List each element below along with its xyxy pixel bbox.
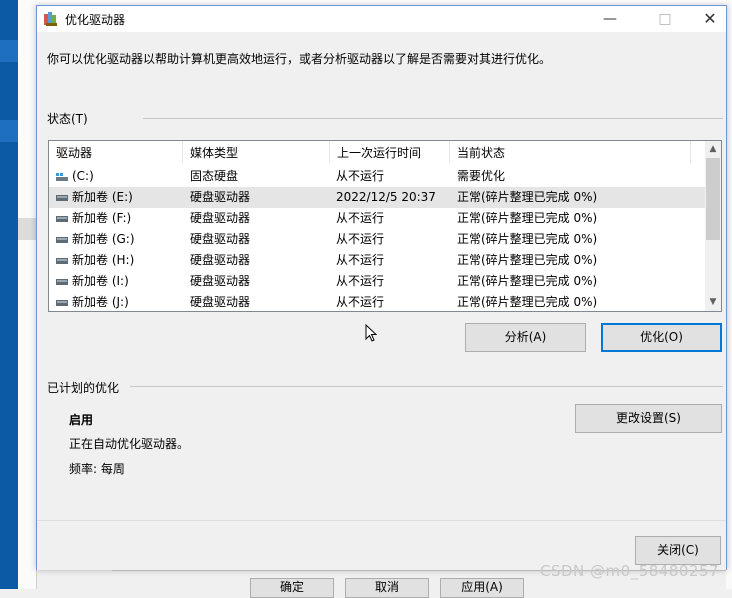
hdd-drive-icon bbox=[56, 216, 68, 222]
hdd-drive-icon bbox=[56, 237, 68, 243]
last-run-cell: 从不运行 bbox=[336, 211, 385, 225]
drive-row-c[interactable]: (C:) 固态硬盘 从不运行 需要优化 bbox=[49, 166, 705, 187]
drive-name: 新加卷 (G:) bbox=[72, 232, 135, 246]
current-status-cell: 正常(碎片整理已完成 0%) bbox=[457, 190, 598, 204]
drive-name: 新加卷 (H:) bbox=[72, 253, 135, 267]
watermark-text: CSDN @m0_58480257 bbox=[540, 562, 720, 580]
scroll-thumb[interactable] bbox=[706, 158, 720, 240]
hdd-drive-icon bbox=[56, 279, 68, 285]
background-apply-button: 应用(A) bbox=[440, 578, 524, 598]
background-window-left bbox=[18, 0, 37, 589]
schedule-state: 启用 bbox=[69, 413, 94, 427]
drive-name: (C:) bbox=[72, 169, 94, 183]
scroll-up-arrow-icon[interactable]: ▲ bbox=[705, 141, 721, 158]
status-section-label: 状态(T) bbox=[47, 112, 88, 126]
column-header-drive[interactable]: 驱动器 bbox=[49, 141, 183, 163]
current-status-cell: 需要优化 bbox=[457, 169, 506, 183]
close-icon: ✕ bbox=[703, 9, 717, 28]
drive-name: 新加卷 (I:) bbox=[72, 274, 129, 288]
minimize-icon: — bbox=[603, 11, 617, 27]
media-type-cell: 硬盘驱动器 bbox=[190, 253, 251, 267]
drive-row-j[interactable]: 新加卷 (J:) 硬盘驱动器 从不运行 正常(碎片整理已完成 0%) bbox=[49, 292, 705, 311]
drive-name: 新加卷 (F:) bbox=[72, 211, 132, 225]
media-type-cell: 硬盘驱动器 bbox=[190, 295, 251, 309]
desktop-strip bbox=[0, 120, 18, 142]
last-run-cell: 2022/12/5 20:37 bbox=[336, 190, 436, 204]
drive-row-i[interactable]: 新加卷 (I:) 硬盘驱动器 从不运行 正常(碎片整理已完成 0%) bbox=[49, 271, 705, 292]
current-status-cell: 正常(碎片整理已完成 0%) bbox=[457, 211, 598, 225]
drive-row-h[interactable]: 新加卷 (H:) 硬盘驱动器 从不运行 正常(碎片整理已完成 0%) bbox=[49, 250, 705, 271]
media-type-cell: 固态硬盘 bbox=[190, 169, 239, 183]
column-header-current-status[interactable]: 当前状态 bbox=[450, 141, 691, 163]
hdd-drive-icon bbox=[56, 195, 68, 201]
last-run-cell: 从不运行 bbox=[336, 232, 385, 246]
schedule-description: 正在自动优化驱动器。 bbox=[69, 437, 190, 451]
media-type-cell: 硬盘驱动器 bbox=[190, 274, 251, 288]
drive-row-g[interactable]: 新加卷 (G:) 硬盘驱动器 从不运行 正常(碎片整理已完成 0%) bbox=[49, 229, 705, 250]
change-settings-button[interactable]: 更改设置(S) bbox=[575, 404, 722, 433]
scheduled-section-label: 已计划的优化 bbox=[47, 381, 120, 395]
background-ok-button: 确定 bbox=[250, 578, 334, 598]
current-status-cell: 正常(碎片整理已完成 0%) bbox=[457, 232, 598, 246]
close-button[interactable]: 关闭(C) bbox=[635, 536, 721, 565]
column-header-last-run[interactable]: 上一次运行时间 bbox=[330, 141, 450, 163]
mouse-cursor-icon bbox=[365, 324, 377, 342]
hdd-drive-icon bbox=[56, 258, 68, 264]
list-header: 驱动器 媒体类型 上一次运行时间 当前状态 bbox=[49, 141, 705, 163]
last-run-cell: 从不运行 bbox=[336, 169, 385, 183]
last-run-cell: 从不运行 bbox=[336, 274, 385, 288]
current-status-cell: 正常(碎片整理已完成 0%) bbox=[457, 253, 598, 267]
desktop-background bbox=[0, 0, 18, 589]
drive-row-e[interactable]: 新加卷 (E:) 硬盘驱动器 2022/12/5 20:37 正常(碎片整理已完… bbox=[49, 187, 705, 208]
defrag-app-icon bbox=[44, 12, 57, 26]
last-run-cell: 从不运行 bbox=[336, 295, 385, 309]
desktop-strip bbox=[0, 40, 18, 62]
dialog-description: 你可以优化驱动器以帮助计算机更高效地运行，或者分析驱动器以了解是否需要对其进行优… bbox=[47, 52, 552, 66]
drive-row-f[interactable]: 新加卷 (F:) 硬盘驱动器 从不运行 正常(碎片整理已完成 0%) bbox=[49, 208, 705, 229]
schedule-frequency: 频率: 每周 bbox=[69, 462, 125, 476]
maximize-button: □ bbox=[642, 6, 688, 32]
minimize-button[interactable]: — bbox=[587, 6, 633, 32]
ssd-drive-icon bbox=[56, 173, 68, 181]
last-run-cell: 从不运行 bbox=[336, 253, 385, 267]
background-row bbox=[18, 218, 36, 240]
current-status-cell: 正常(碎片整理已完成 0%) bbox=[457, 295, 598, 309]
drives-list[interactable]: 驱动器 媒体类型 上一次运行时间 当前状态 (C:) 固态硬盘 从不运行 需要优… bbox=[48, 140, 722, 312]
title-bar[interactable]: 优化驱动器 — □ ✕ bbox=[37, 6, 726, 32]
optimize-drives-dialog: 优化驱动器 — □ ✕ 你可以优化驱动器以帮助计算机更高效地运行，或者分析驱动器… bbox=[36, 5, 727, 570]
drive-name: 新加卷 (J:) bbox=[72, 295, 129, 309]
analyze-button[interactable]: 分析(A) bbox=[465, 323, 586, 352]
hdd-drive-icon bbox=[56, 300, 68, 306]
drive-name: 新加卷 (E:) bbox=[72, 190, 133, 204]
current-status-cell: 正常(碎片整理已完成 0%) bbox=[457, 274, 598, 288]
media-type-cell: 硬盘驱动器 bbox=[190, 211, 251, 225]
window-title: 优化驱动器 bbox=[65, 13, 126, 27]
media-type-cell: 硬盘驱动器 bbox=[190, 190, 251, 204]
column-header-media-type[interactable]: 媒体类型 bbox=[183, 141, 330, 163]
section-divider bbox=[130, 386, 723, 387]
media-type-cell: 硬盘驱动器 bbox=[190, 232, 251, 246]
section-divider bbox=[143, 118, 723, 119]
background-cancel-button: 取消 bbox=[345, 578, 429, 598]
optimize-button[interactable]: 优化(O) bbox=[601, 323, 722, 352]
maximize-icon: □ bbox=[658, 11, 672, 27]
scroll-down-arrow-icon[interactable]: ▼ bbox=[705, 294, 721, 311]
list-scrollbar[interactable]: ▲ ▼ bbox=[705, 141, 721, 311]
close-window-button[interactable]: ✕ bbox=[687, 6, 732, 32]
